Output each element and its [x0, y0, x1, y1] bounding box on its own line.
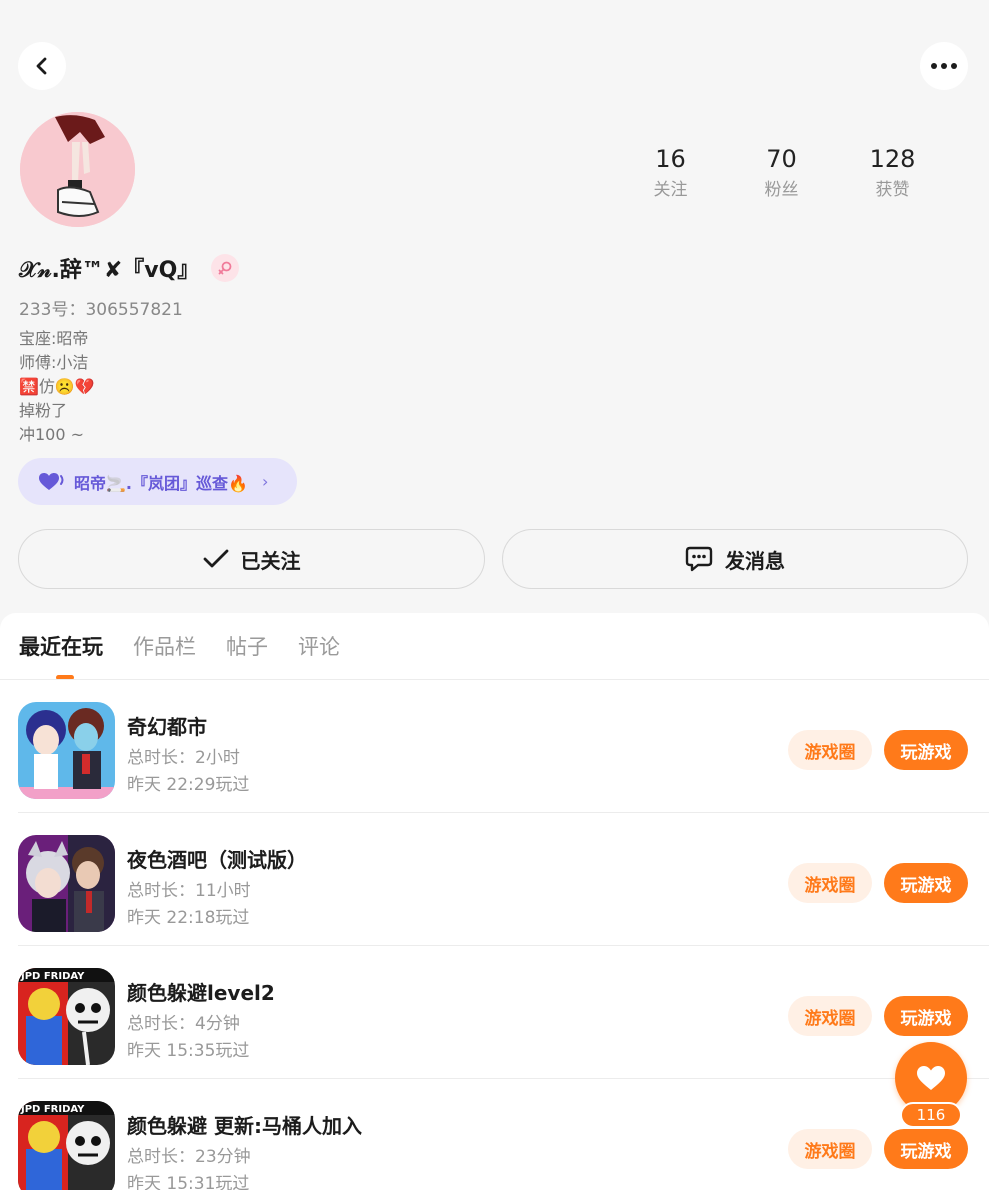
bio-line: 宝座:昭帝	[19, 329, 89, 348]
tab-bar: 最近在玩 作品栏 帖子 评论	[19, 631, 370, 680]
game-duration: 总时长：4分钟	[127, 1014, 240, 1034]
following-label: 已关注	[240, 548, 301, 573]
game-icon-badge: JPD FRIDAY	[20, 971, 85, 982]
like-count: 116	[900, 1102, 962, 1128]
bio-line: 冲100 ~	[19, 425, 85, 444]
game-icon[interactable]	[18, 702, 115, 799]
message-label: 发消息	[725, 548, 785, 573]
female-icon	[211, 254, 240, 282]
user-id: 233号：306557821	[19, 300, 183, 320]
back-button[interactable]	[18, 42, 66, 90]
stat-label: 粉丝	[764, 180, 799, 200]
nickname-row: 𝒳𝓃.辞™✘『vQ』	[19, 252, 240, 284]
game-row[interactable]: 奇幻都市 总时长：2小时 昨天 22:29玩过 游戏圈 玩游戏	[0, 680, 989, 813]
game-row[interactable]: 夜色酒吧（测试版） 总时长：11小时 昨天 22:18玩过 游戏圈 玩游戏	[0, 813, 989, 946]
game-icon-badge: JPD FRIDAY	[20, 1104, 85, 1115]
tab-recently-played[interactable]: 最近在玩	[19, 631, 103, 680]
tab-label: 作品栏	[133, 635, 196, 659]
game-row[interactable]: JPD FRIDAY 颜色躲避 更新:马桶人加入 总时长：23分钟 昨天 15:…	[0, 1079, 989, 1190]
play-game-button[interactable]: 玩游戏	[884, 863, 968, 903]
game-title: 颜色躲避 更新:马桶人加入	[127, 1114, 362, 1138]
more-dots-icon	[931, 63, 957, 69]
game-last-played: 昨天 15:35玩过	[127, 1041, 250, 1061]
tab-label: 评论	[298, 635, 340, 659]
game-icon[interactable]	[18, 835, 115, 932]
stat-value: 16	[655, 145, 686, 173]
tab-label: 帖子	[226, 635, 268, 659]
stat-value: 70	[766, 145, 797, 173]
game-title: 颜色躲避level2	[127, 981, 275, 1005]
message-button[interactable]: 发消息	[502, 529, 968, 589]
tab-comments[interactable]: 评论	[298, 631, 340, 661]
nickname: 𝒳𝓃.辞™✘『vQ』	[19, 258, 200, 283]
game-title: 奇幻都市	[127, 715, 207, 739]
game-last-played: 昨天 22:18玩过	[127, 908, 250, 928]
content-panel: 最近在玩 作品栏 帖子 评论 奇幻都市 总时长：2小时 昨天 22:29玩过 游…	[0, 613, 989, 1190]
game-circle-button[interactable]: 游戏圈	[788, 863, 872, 903]
following-button[interactable]: 已关注	[18, 529, 485, 589]
guild-label: 昭帝🚬.『岚团』巡查🔥	[74, 473, 248, 493]
stat-followers[interactable]: 70 粉丝	[726, 145, 837, 200]
game-duration: 总时长：2小时	[127, 748, 240, 768]
game-row[interactable]: JPD FRIDAY 颜色躲避level2 总时长：4分钟 昨天 15:35玩过…	[0, 946, 989, 1079]
play-game-button[interactable]: 玩游戏	[884, 996, 968, 1036]
bio-line: 师傅:小洁	[19, 353, 89, 372]
game-icon[interactable]: JPD FRIDAY	[18, 1101, 115, 1190]
stat-following[interactable]: 16 关注	[615, 145, 726, 200]
game-circle-button[interactable]: 游戏圈	[788, 1129, 872, 1169]
heart-icon	[39, 472, 64, 490]
avatar-image	[20, 112, 135, 227]
game-last-played: 昨天 22:29玩过	[127, 775, 250, 795]
guild-pill[interactable]: 昭帝🚬.『岚团』巡查🔥 ›	[18, 458, 297, 505]
chevron-left-icon	[36, 57, 47, 75]
play-game-button[interactable]: 玩游戏	[884, 1129, 968, 1169]
game-duration: 总时长：11小时	[127, 881, 251, 901]
game-duration: 总时长：23分钟	[127, 1147, 251, 1167]
check-icon	[203, 549, 228, 568]
tab-works[interactable]: 作品栏	[133, 631, 196, 661]
more-button[interactable]	[920, 42, 968, 90]
stat-likes[interactable]: 128 获赞	[837, 145, 948, 200]
bio-line: 掉粉了	[19, 401, 68, 420]
stat-value: 128	[869, 145, 916, 173]
stat-label: 获赞	[875, 180, 910, 200]
tab-label: 最近在玩	[19, 635, 103, 659]
game-circle-button[interactable]: 游戏圈	[788, 730, 872, 770]
chevron-right-icon: ›	[261, 472, 269, 491]
game-circle-button[interactable]: 游戏圈	[788, 996, 872, 1036]
tab-posts[interactable]: 帖子	[226, 631, 268, 661]
play-game-button[interactable]: 玩游戏	[884, 730, 968, 770]
stat-label: 关注	[653, 180, 688, 200]
heart-icon	[917, 1065, 945, 1090]
chat-bubble-icon	[685, 546, 713, 572]
game-icon[interactable]: JPD FRIDAY	[18, 968, 115, 1065]
game-last-played: 昨天 15:31玩过	[127, 1174, 250, 1190]
profile-stats: 16 关注 70 粉丝 128 获赞	[615, 145, 948, 200]
bio: 宝座:昭帝 师傅:小洁 🈲仿☹️💔 掉粉了 冲100 ~	[19, 327, 95, 447]
bio-line: 🈲仿☹️💔	[19, 377, 95, 396]
avatar[interactable]	[20, 112, 135, 227]
game-title: 夜色酒吧（测试版）	[127, 848, 307, 872]
